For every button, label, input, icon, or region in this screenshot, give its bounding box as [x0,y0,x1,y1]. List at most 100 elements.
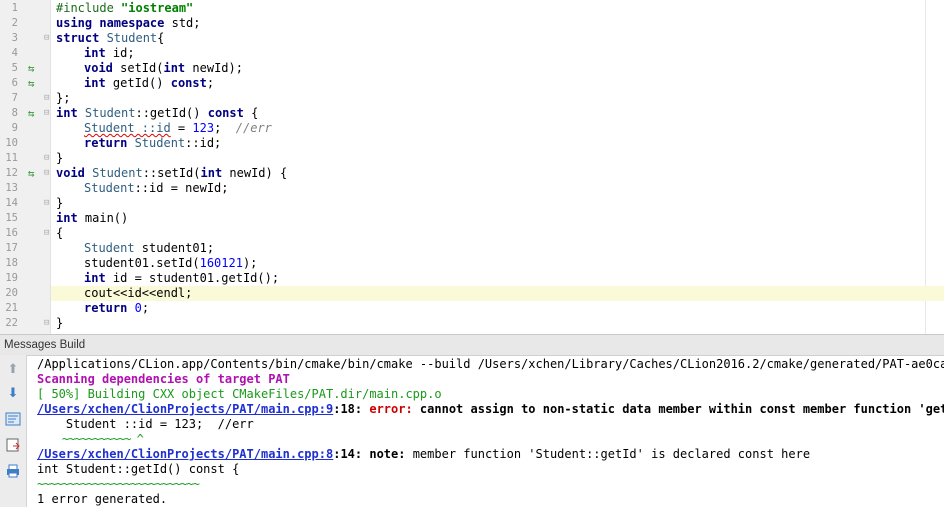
code-text: } [56,151,64,165]
line-number: 21 [5,302,18,314]
line-number: 6 [11,77,18,89]
code-line[interactable]: }; [56,91,70,106]
code-line[interactable]: Student::id = newId; [84,181,229,196]
soft-wrap-icon[interactable] [4,411,22,429]
code-text: id; [105,46,135,60]
fold-end-icon[interactable]: ⊟ [44,91,52,106]
keyword: int [56,211,78,225]
code-text: ::getId() [135,106,208,120]
code-line[interactable]: return 0; [84,301,149,316]
line-number: 7 [11,92,18,104]
code-text: setId( [112,61,164,75]
implementation-nav-icon[interactable]: ⇆ [24,76,38,91]
code-line[interactable]: int getId() const; [84,76,214,91]
keyword: struct [56,31,100,45]
fold-marker-icon[interactable]: ⊟ [44,106,52,121]
code-line[interactable]: Student student01; [84,241,214,256]
scanning-message: Scanning dependencies of target PAT [37,372,290,386]
keyword: int [163,61,186,75]
error-text: cannot assign to non-static data member … [412,402,944,416]
note-label: note: [369,447,406,461]
keyword: const [207,106,244,120]
code-line[interactable]: void setId(int newId); [84,61,243,76]
code-line[interactable]: student01.setId(160121); [84,256,257,271]
note-position: :14: [333,447,370,461]
code-text: id = student01.getId(); [105,271,280,285]
keyword: return [84,301,128,315]
code-text: ); [242,256,258,270]
error-highlight[interactable]: Student ::id [84,121,171,135]
code-text: } [56,196,64,210]
declaration-nav-icon[interactable]: ⇆ [24,166,38,181]
right-margin-guide [925,0,926,334]
code-line[interactable]: int main() [56,211,128,226]
line-number: 22 [5,317,18,329]
line-number: 9 [11,122,18,134]
code-line[interactable]: #include "iostream" [56,1,193,16]
note-location-link[interactable]: /Users/xchen/ClionProjects/PAT/main.cpp:… [37,447,333,461]
implementation-nav-icon[interactable]: ⇆ [24,61,38,76]
build-progress-message: [ 50%] Building CXX object CMakeFiles/PA… [37,387,442,401]
error-message-line: /Users/xchen/ClionProjects/PAT/main.cpp:… [37,402,944,417]
line-number: 2 [11,17,18,29]
number-literal: 0 [134,301,142,315]
fold-marker-icon[interactable]: ⊟ [44,226,52,241]
line-number: 20 [5,287,18,299]
up-arrow-icon[interactable]: ⬆ [4,361,22,379]
code-line[interactable]: return Student::id; [84,136,221,151]
comment: //err [235,121,272,135]
export-icon[interactable] [4,437,22,455]
error-caret-line: ~~~~~~~~~~~ ^ [37,432,144,446]
line-number: 10 [5,137,18,149]
code-line[interactable]: int id = student01.getId(); [84,271,279,286]
code-line[interactable]: } [56,196,63,211]
class-name: Student [84,241,135,255]
code-text: } [56,316,64,330]
code-line[interactable]: int Student::getId() const { [56,106,258,121]
code-line[interactable]: using namespace std; [56,16,201,31]
error-summary: 1 error generated. [37,492,168,506]
preprocessor-directive: #include [56,1,114,15]
down-arrow-icon[interactable]: ⬇ [4,385,22,403]
keyword: int [200,166,223,180]
code-line[interactable]: } [56,316,63,331]
code-text: ; [214,121,236,135]
code-line-current[interactable]: cout<<id<<endl; [84,286,192,301]
code-line[interactable]: struct Student{ [56,31,164,46]
declaration-nav-icon[interactable]: ⇆ [24,106,38,121]
fold-end-icon[interactable]: ⊟ [44,196,52,211]
line-number: 17 [5,242,18,254]
line-number: 1 [11,2,18,14]
code-text: ; [206,76,215,90]
fold-end-icon[interactable]: ⊟ [44,316,52,331]
line-number: 19 [5,272,18,284]
code-line[interactable]: } [56,151,63,166]
messages-panel-header[interactable]: Messages Build [0,334,944,356]
build-command-line: /Applications/CLion.app/Contents/bin/cma… [37,357,944,371]
note-caret-line: ~~~~~~~~~~~~~~~~~~~~~~~~~~ [37,477,200,491]
code-text: { [243,106,259,120]
fold-end-icon[interactable]: ⊟ [44,151,52,166]
error-source-line: Student ::id = 123; //err [37,417,254,431]
note-message-line: /Users/xchen/ClionProjects/PAT/main.cpp:… [37,447,810,462]
code-line[interactable]: void Student::setId(int newId) { [56,166,287,181]
fold-marker-icon[interactable]: ⊟ [44,166,52,181]
print-icon[interactable] [4,463,22,481]
line-number: 13 [5,182,18,194]
fold-marker-icon[interactable]: ⊟ [44,31,52,46]
line-number: 4 [11,47,18,59]
code-editor[interactable]: 1 2 3 4 5 6 7 8 9 10 11 12 13 14 15 16 1… [0,0,944,334]
code-text: ; [141,301,150,315]
line-number: 16 [5,227,18,239]
line-number: 11 [5,152,18,164]
line-number: 8 [11,107,18,119]
code-line[interactable]: Student ::id = 123; //err [84,121,272,136]
keyword: const [170,76,207,90]
keyword: int [84,76,106,90]
error-location-link[interactable]: /Users/xchen/ClionProjects/PAT/main.cpp:… [37,402,333,416]
code-line[interactable]: int id; [84,46,135,61]
line-number: 18 [5,257,18,269]
build-messages-output[interactable]: /Applications/CLion.app/Contents/bin/cma… [27,355,944,507]
code-line[interactable]: { [56,226,63,241]
